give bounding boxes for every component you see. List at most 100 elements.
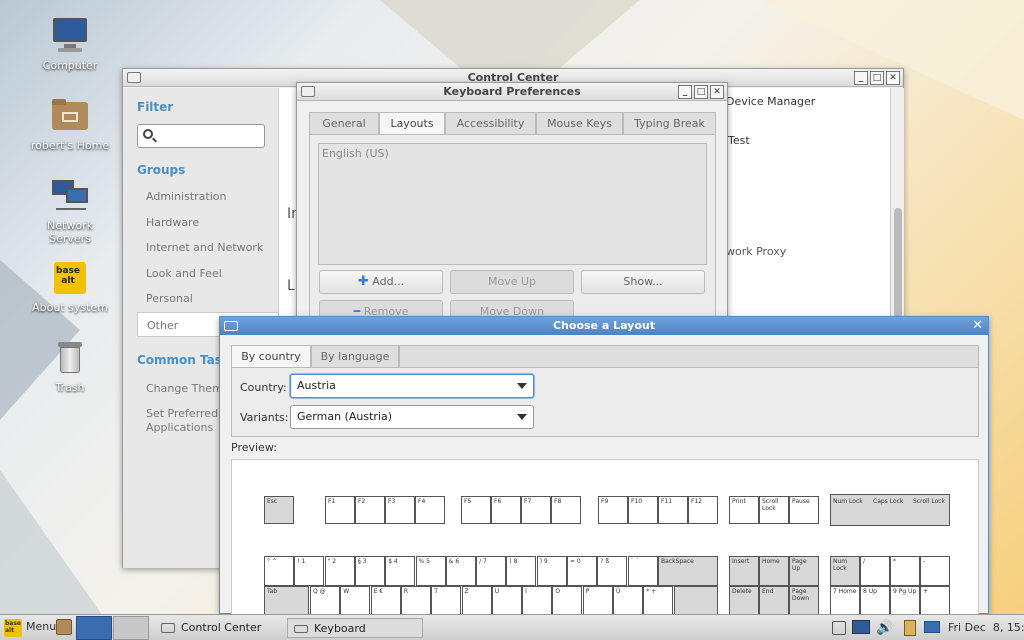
maximize-button[interactable]: □ <box>694 85 708 99</box>
item-network-proxy[interactable]: work Proxy <box>726 245 786 258</box>
plus-icon: ✚ <box>357 274 369 289</box>
desktop-icon-label: About system <box>32 301 108 314</box>
key-numpad: 9 Pg Up <box>890 586 920 616</box>
add-button[interactable]: ✚ Add... <box>319 270 443 294</box>
desktop-icon-trash[interactable]: Trash <box>25 338 115 394</box>
key-char: $ 4 <box>385 556 416 586</box>
key-function: F2 <box>355 496 385 524</box>
keyboard-lock-indicators: Num Lock Caps Lock Scroll Lock <box>830 494 950 526</box>
window-icon <box>161 623 175 633</box>
layouts-list[interactable]: English (US) <box>318 143 707 265</box>
minimize-button[interactable]: _ <box>678 85 692 99</box>
key-enter <box>674 586 718 616</box>
group-item[interactable]: Look and Feel <box>137 261 278 287</box>
task-change-theme[interactable]: Change Theme <box>146 382 230 395</box>
menu-button[interactable]: base alt Menu <box>2 617 56 639</box>
key-nav: Page Up <box>789 556 819 586</box>
key-backspace: BackSpace <box>658 556 718 586</box>
network-icon[interactable] <box>924 621 940 633</box>
tab-typing-break[interactable]: Typing Break <box>623 112 716 134</box>
country-select[interactable]: Austria <box>290 374 534 398</box>
key-numpad: - <box>920 556 950 586</box>
tab-by-language[interactable]: By language <box>311 345 399 367</box>
tab-strip-filler <box>399 345 979 367</box>
group-item[interactable]: Administration <box>137 184 278 210</box>
desktop-icon-about[interactable]: base alt About system <box>25 258 115 314</box>
key-char: ) 9 <box>536 556 567 586</box>
key-char: / 7 <box>476 556 507 586</box>
section-letter-look: L <box>287 278 295 294</box>
key-char: ` ´ <box>627 556 658 586</box>
taskbar-item-control-center[interactable]: Control Center <box>155 618 285 638</box>
volume-icon[interactable]: 🔊 <box>876 620 893 636</box>
tab-accessibility[interactable]: Accessibility <box>445 112 536 134</box>
desktop-icon-label: Network Servers <box>47 219 93 245</box>
group-item[interactable]: Hardware <box>137 210 278 236</box>
tab-general[interactable]: General <box>309 112 379 134</box>
key-system: Pause <box>789 496 819 524</box>
window-icon <box>127 72 141 83</box>
group-item[interactable]: Personal <box>137 286 278 312</box>
key-char: ° ^ <box>264 556 294 586</box>
key-nav: Insert <box>729 556 759 586</box>
key-char: O <box>552 586 583 616</box>
key-numpad: Num Lock <box>830 556 860 586</box>
key-function: F1 <box>325 496 355 524</box>
key-nav: Delete <box>729 586 759 616</box>
key-char: = 0 <box>567 556 597 586</box>
desktop-icon-computer[interactable]: Computer <box>25 16 115 72</box>
key-tab: Tab <box>264 586 309 616</box>
monitor-icon[interactable] <box>852 620 870 634</box>
key-system: Scroll Lock <box>759 496 789 524</box>
groups-list: Administration Hardware Internet and Netwo… <box>137 184 278 337</box>
layout-item[interactable]: English (US) <box>319 144 706 163</box>
item-device-manager[interactable]: Device Manager <box>726 95 815 108</box>
workspace-2[interactable] <box>113 616 149 640</box>
desktop-icon-label: Computer <box>42 59 98 72</box>
key-char: " 2 <box>324 556 355 586</box>
lock-indicator-label: Scroll Lock <box>913 498 946 505</box>
desktop-icon-home[interactable]: robert's Home <box>25 96 115 152</box>
desktop-icon-network[interactable]: Network Servers <box>25 176 115 245</box>
key-function: F9 <box>598 496 628 524</box>
file-manager-launcher[interactable] <box>56 619 72 635</box>
tab-by-country[interactable]: By country <box>231 345 311 368</box>
scrollbar-thumb[interactable] <box>894 208 902 318</box>
basealt-logo-icon: base alt <box>4 619 22 637</box>
close-icon[interactable]: ✕ <box>972 317 983 335</box>
move-up-button[interactable]: Move Up <box>450 270 574 294</box>
item-test[interactable]: Test <box>728 134 750 147</box>
key-char: % 5 <box>415 556 446 586</box>
taskbar-item-keyboard-preferences[interactable]: Keyboard Preferences <box>287 618 423 638</box>
keyboard-window-icon <box>294 625 308 633</box>
tab-layouts[interactable]: Layouts <box>379 112 445 135</box>
key-numpad: 7 Home <box>830 586 860 616</box>
key-char: P <box>582 586 613 616</box>
keyboard-prefs-tabs: General Layouts Accessibility Mouse Keys Typ… <box>309 112 716 135</box>
key-system: Print <box>729 496 759 524</box>
key-nav: End <box>759 586 789 616</box>
preview-label: Preview: <box>231 441 277 454</box>
update-icon[interactable] <box>832 621 846 635</box>
key-function: F3 <box>385 496 415 524</box>
keyboard-window-icon <box>224 321 238 331</box>
show-button[interactable]: Show... <box>581 270 705 294</box>
choose-layout-titlebar[interactable]: Choose a Layout ✕ <box>220 317 988 335</box>
clock[interactable]: Fri Dec 8, 15:10 <box>948 621 1024 634</box>
choose-layout-tabs: By country By language <box>231 345 979 368</box>
close-button[interactable]: ✕ <box>886 71 900 85</box>
monitor-icon <box>50 16 90 56</box>
key-char: ? ß <box>597 556 628 586</box>
key-char: E € <box>370 586 401 616</box>
keyboard-prefs-titlebar[interactable]: Keyboard Preferences _ □ ✕ <box>297 83 727 101</box>
group-item[interactable]: Internet and Network <box>137 235 278 261</box>
clipboard-icon[interactable] <box>904 620 916 636</box>
key-char: W <box>340 586 371 616</box>
search-input[interactable] <box>137 124 265 148</box>
tab-mouse-keys[interactable]: Mouse Keys <box>536 112 623 134</box>
variants-select[interactable]: German (Austria) <box>290 405 534 429</box>
minimize-button[interactable]: _ <box>854 71 868 85</box>
workspace-1[interactable] <box>76 616 112 640</box>
maximize-button[interactable]: □ <box>870 71 884 85</box>
close-button[interactable]: ✕ <box>710 85 724 99</box>
